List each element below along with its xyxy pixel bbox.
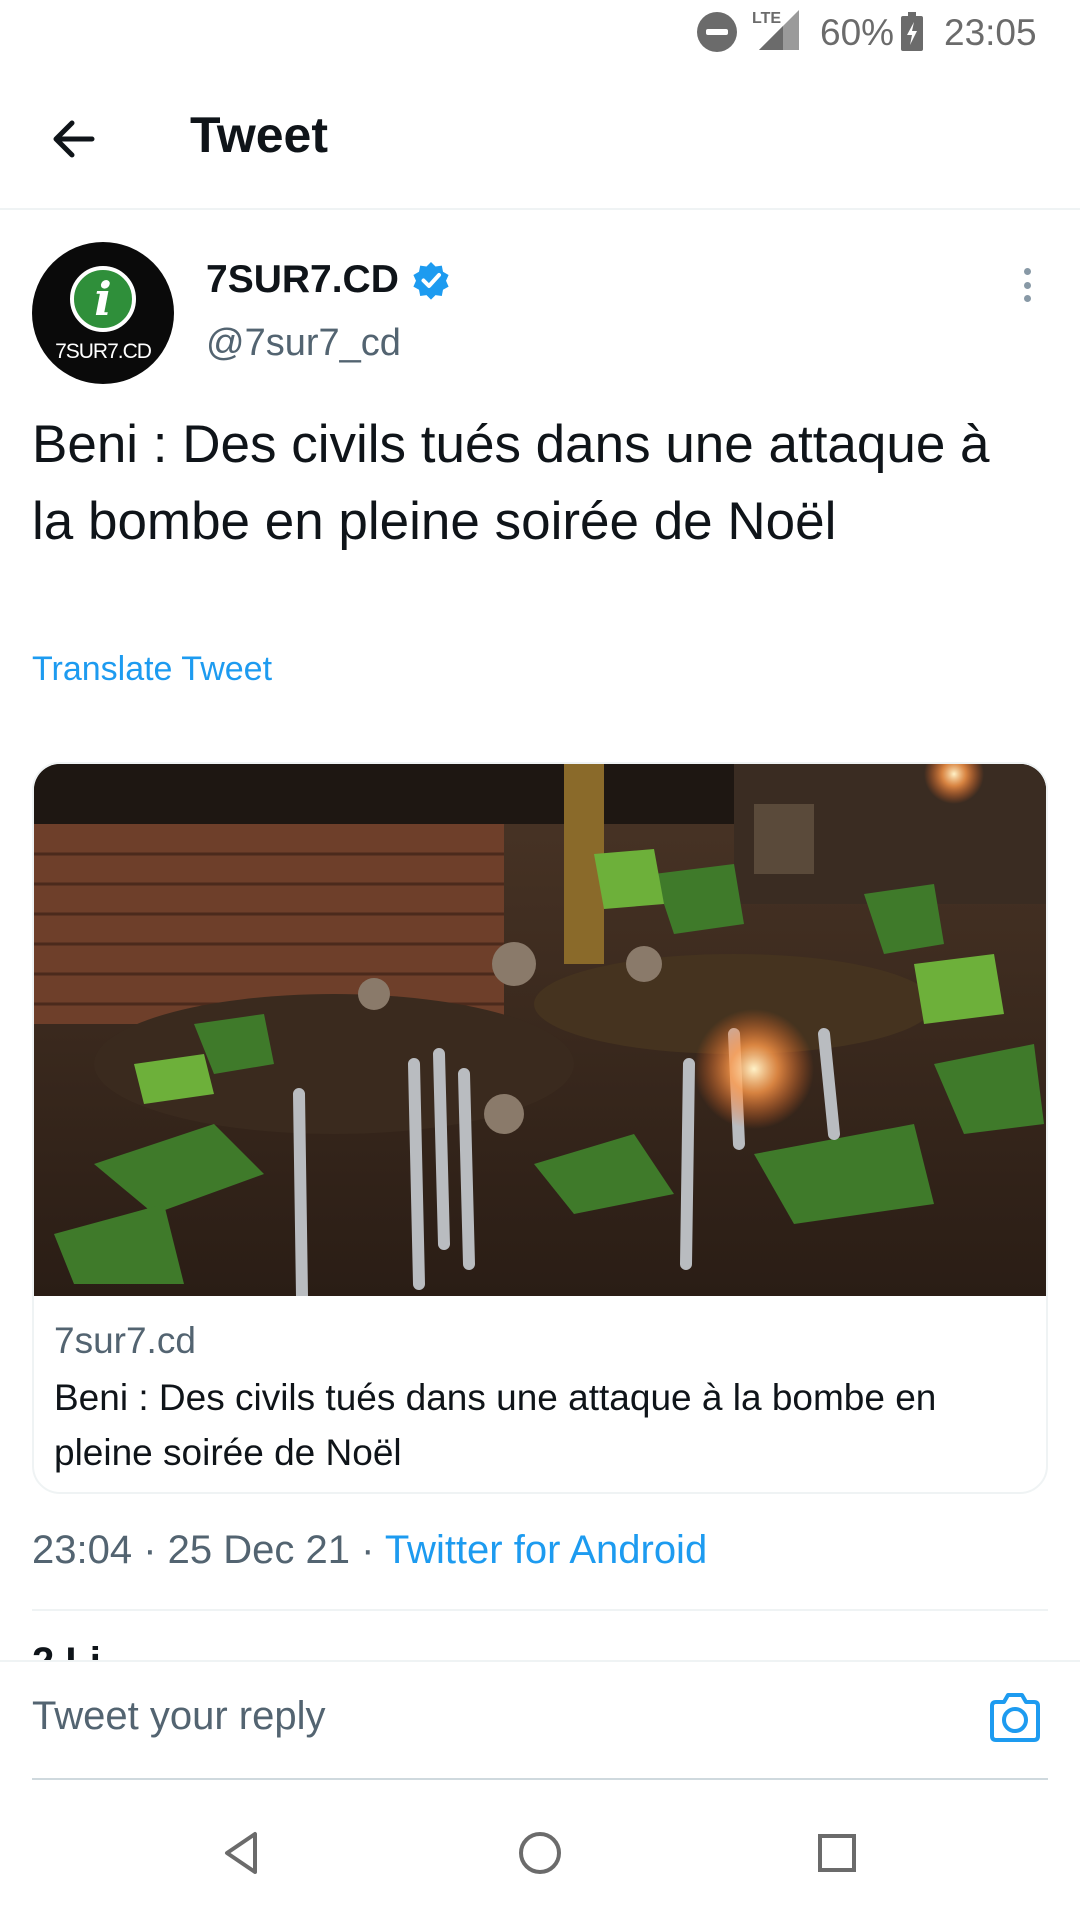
verified-badge-icon [413,262,449,300]
logo-text: 7SUR7.CD [55,340,152,363]
status-bar: LTE 60% 23:05 [0,0,1080,66]
tweet-time: 23:04 [32,1528,133,1572]
logo-badge: i [70,266,136,332]
reply-input[interactable]: Tweet your reply [32,1694,325,1739]
triangle-back-icon[interactable] [217,1828,267,1878]
card-title: Beni : Des civils tués dans une attaque … [54,1377,937,1473]
square-recents-icon[interactable] [812,1828,862,1878]
circle-home-icon[interactable] [515,1828,565,1878]
more-dot [1023,281,1031,289]
author-name-row[interactable]: 7SUR7.CD [206,258,451,302]
app-header: Tweet [0,66,1080,210]
author-name: 7SUR7.CD [206,258,399,301]
battery-percent: 60% [820,12,895,53]
system-nav-bar [0,1780,1080,1920]
likes-count-partial[interactable]: 2 Li [32,1640,232,1662]
tweet-text: Beni : Des civils tués dans une attaque … [32,415,990,551]
avatar[interactable]: i 7SUR7.CD [32,242,174,384]
signal-icon [759,10,799,50]
author-handle[interactable]: @7sur7_cd [206,322,401,365]
link-preview-card[interactable]: 7sur7.cd Beni : Des civils tués dans une… [32,762,1048,1494]
card-domain: 7sur7.cd [54,1320,196,1361]
arrow-left-icon [53,120,95,158]
do-not-disturb-icon [697,12,737,52]
more-vertical-icon [1023,268,1031,275]
more-options-button[interactable] [1010,262,1044,308]
page-title: Tweet [190,107,328,163]
tweet-date: 25 Dec 21 [167,1528,350,1572]
reply-bar: Tweet your reply [0,1660,1080,1778]
divider [32,1609,1048,1611]
clock: 23:05 [944,12,1037,53]
tweet-source-link[interactable]: Twitter for Android [385,1528,707,1572]
more-dot [1023,295,1031,302]
camera-icon[interactable] [986,1690,1044,1746]
tweet-meta: 23:04 · 25 Dec 21 · Twitter for Android [32,1528,707,1573]
meta-separator: · [350,1528,385,1572]
back-button[interactable] [44,110,102,168]
card-image [34,764,1046,1296]
meta-separator: · [132,1528,168,1572]
logo-letter: i [94,272,112,326]
translate-tweet-link[interactable]: Translate Tweet [32,650,272,689]
battery-charging-icon [901,12,923,51]
